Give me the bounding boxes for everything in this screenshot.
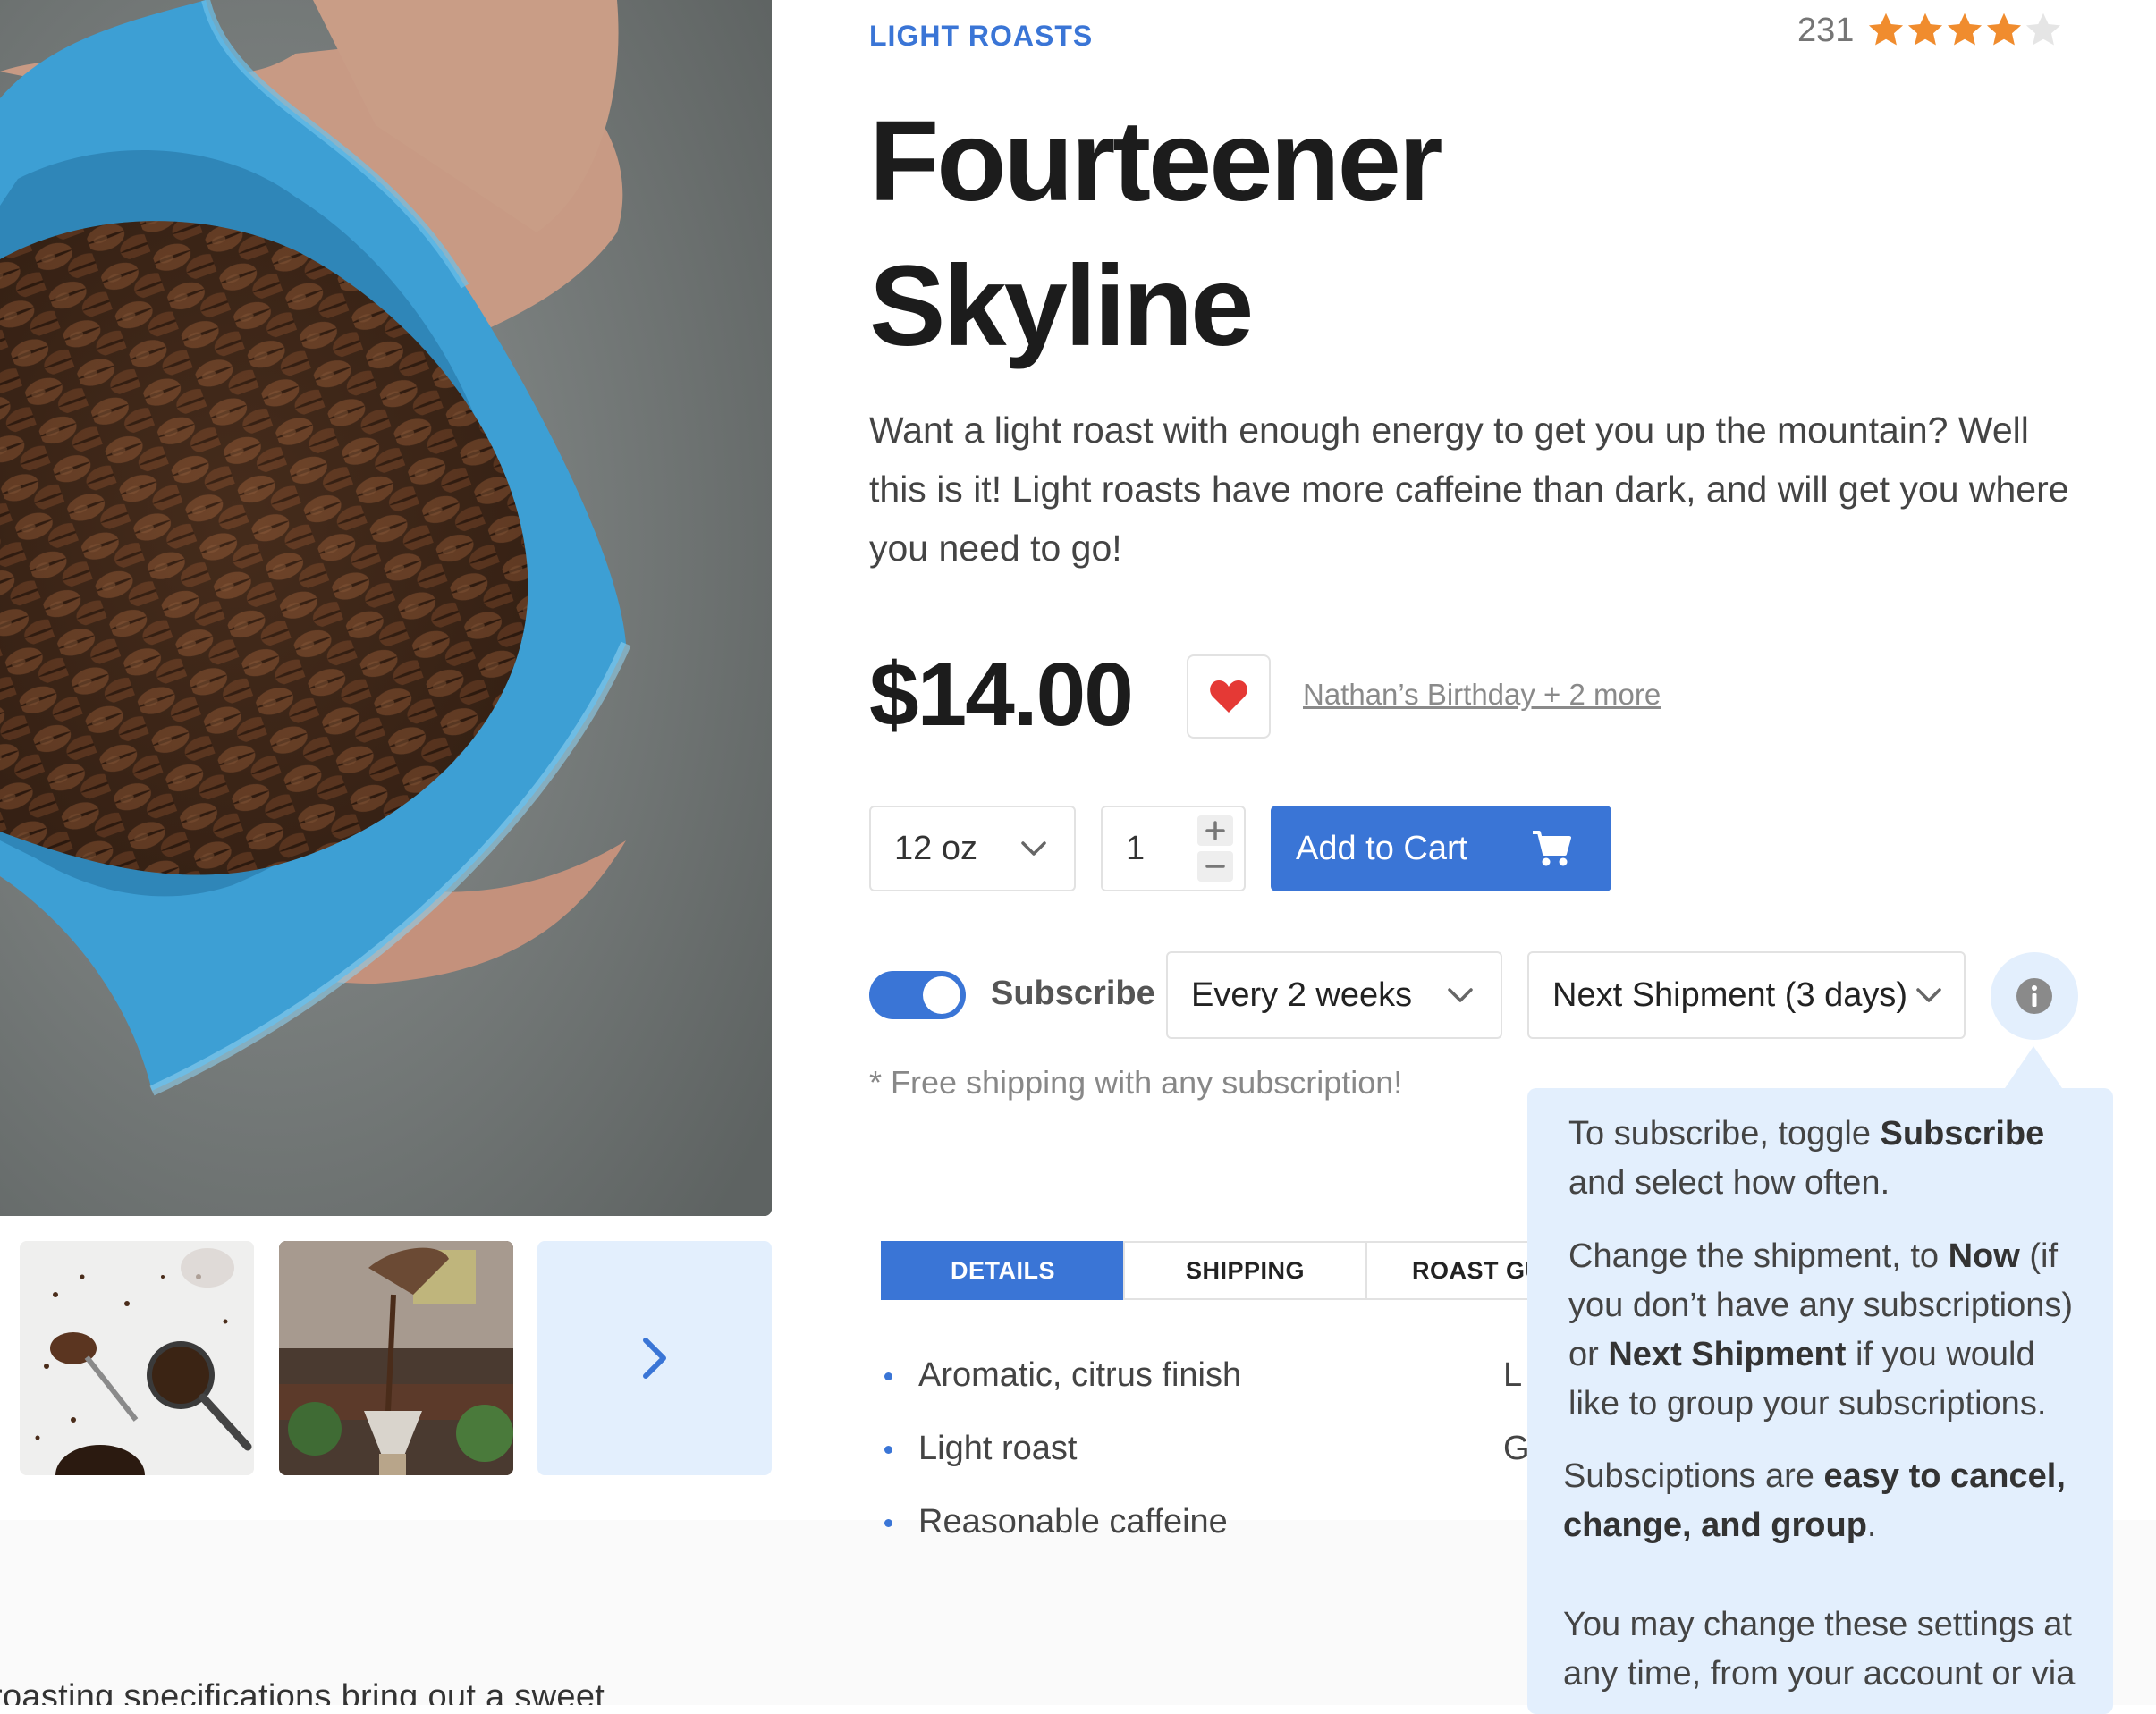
coffee-grounds-photo [20, 1241, 254, 1475]
product-title: Fourteener Skyline [869, 97, 1443, 370]
quantity-increment-button[interactable] [1197, 815, 1233, 846]
details-list-right: L G [1503, 1348, 1530, 1495]
chevron-right-icon [643, 1338, 666, 1379]
chevron-down-icon [1916, 988, 1941, 1002]
product-price: $14.00 [869, 645, 1134, 745]
tooltip-paragraph: Subsciptions are easy to cancel, change,… [1563, 1457, 2066, 1544]
frequency-select[interactable]: Every 2 weeks [1166, 951, 1502, 1039]
star-icon [1869, 13, 1904, 46]
size-select[interactable]: 12 oz [869, 806, 1076, 891]
list-item: Light roast [884, 1422, 1241, 1495]
coffee-bag-photo [0, 0, 772, 1216]
chevron-down-icon [1021, 841, 1046, 856]
list-item: G [1503, 1422, 1530, 1495]
product-long-description: roasting specifications bring out a swee… [0, 1678, 605, 1705]
subscribe-label[interactable]: Subscribe [991, 975, 1155, 1013]
star-icon [1948, 13, 1983, 46]
product-description: Want a light roast with enough energy to… [869, 410, 2069, 569]
wishlist-link[interactable]: Nathan’s Birthday + 2 more [1303, 678, 1661, 712]
next-image-button[interactable] [537, 1241, 772, 1475]
list-item: L [1503, 1348, 1530, 1422]
quantity-stepper[interactable]: 1 [1101, 806, 1246, 891]
rating-summary[interactable]: 231 [1797, 11, 2063, 50]
add-to-cart-button[interactable]: Add to Cart [1271, 806, 1611, 891]
plus-icon [1205, 821, 1225, 840]
add-to-cart-label: Add to Cart [1296, 829, 1468, 867]
thumbnail-coffee-grounds[interactable] [20, 1241, 254, 1475]
quantity-decrement-button[interactable] [1197, 851, 1233, 882]
subscription-info-tooltip: To subscribe, toggle Subscribe and selec… [1527, 1088, 2113, 1714]
details-list-left: Aromatic, citrus finish Light roast Reas… [884, 1348, 1241, 1568]
chevron-down-icon [1448, 988, 1473, 1002]
toggle-knob [923, 976, 960, 1014]
thumbnail-pour-over[interactable] [279, 1241, 513, 1475]
heart-icon [1210, 680, 1247, 713]
tooltip-paragraph: Change the shipment, to Now (if you don’… [1568, 1237, 2073, 1423]
star-icon [1987, 13, 2022, 46]
shopping-cart-icon [1533, 831, 1571, 866]
shipment-select-value: Next Shipment (3 days) [1552, 975, 1908, 1014]
quantity-value[interactable]: 1 [1126, 830, 1145, 868]
tab-details[interactable]: DETAILS [881, 1241, 1125, 1300]
tooltip-arrow [2003, 1046, 2064, 1091]
star-icon [2026, 13, 2061, 46]
size-select-value: 12 oz [894, 829, 977, 867]
free-shipping-note: * Free shipping with any subscription! [869, 1064, 1403, 1101]
tooltip-paragraph: To subscribe, toggle Subscribe and selec… [1568, 1115, 2045, 1202]
favorite-button[interactable] [1187, 654, 1271, 739]
tab-shipping[interactable]: SHIPPING [1123, 1241, 1367, 1300]
subscription-info-button[interactable] [1991, 952, 2078, 1040]
product-main-image[interactable] [0, 0, 772, 1216]
star-rating [1866, 11, 2063, 50]
list-item: Reasonable caffeine [884, 1495, 1241, 1568]
product-tabs: DETAILS SHIPPING ROAST GU [881, 1241, 1571, 1300]
list-item: Aromatic, citrus finish [884, 1348, 1241, 1422]
minus-icon [1205, 865, 1225, 868]
category-link[interactable]: LIGHT ROASTS [869, 20, 1093, 53]
subscribe-toggle[interactable] [869, 971, 966, 1019]
rating-count: 231 [1797, 11, 1855, 49]
frequency-select-value: Every 2 weeks [1191, 975, 1413, 1014]
shipment-select[interactable]: Next Shipment (3 days) [1527, 951, 1966, 1039]
tooltip-paragraph: You may change these settings at any tim… [1563, 1606, 2076, 1693]
pour-over-photo [279, 1241, 513, 1475]
info-icon [2016, 978, 2052, 1014]
star-icon [1908, 13, 1943, 46]
